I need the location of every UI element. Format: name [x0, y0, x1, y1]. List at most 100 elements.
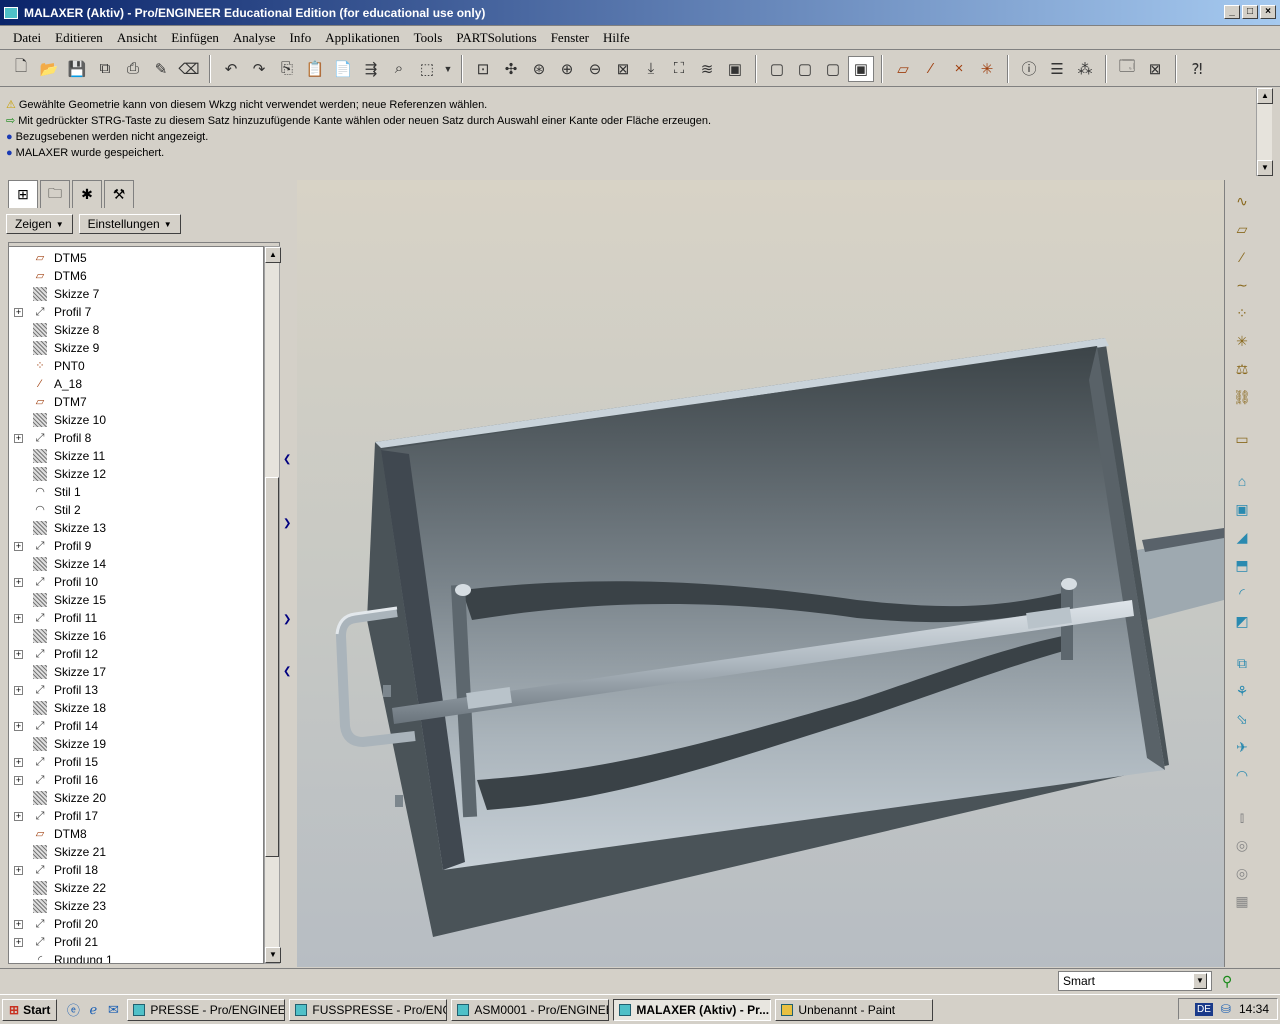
tray-app-icon[interactable]: ⛁ [1221, 1002, 1231, 1016]
tree-item[interactable]: + ⤢ Profil 8 [9, 429, 263, 447]
menu-tools[interactable]: Tools [407, 30, 450, 46]
trim-tool-icon[interactable]: ◎ [1231, 862, 1253, 884]
paste-special-icon[interactable]: 📄 [330, 56, 356, 82]
save-icon[interactable]: 💾 [64, 56, 90, 82]
selection-filter-dropdown[interactable]: Smart ▼ [1058, 971, 1212, 991]
tree-item[interactable]: Skizze 17 [9, 663, 263, 681]
expand-toggle-icon[interactable]: + [14, 578, 23, 587]
collapse-handle-icon[interactable]: ❮ [283, 454, 291, 484]
connections-tab[interactable]: ⚒ [104, 180, 134, 208]
expand-toggle-icon[interactable]: + [14, 686, 23, 695]
message-scrollbar[interactable]: ▲ ▼ [1256, 88, 1273, 176]
scroll-up-icon[interactable]: ▲ [265, 247, 281, 263]
collapse-handle-icon[interactable]: ❮ [283, 666, 291, 696]
tree-item[interactable]: Skizze 20 [9, 789, 263, 807]
tree-item[interactable]: + ⤢ Profil 11 [9, 609, 263, 627]
tree-item[interactable]: Skizze 18 [9, 699, 263, 717]
edit-icon[interactable]: ✎ [148, 56, 174, 82]
model-tree-tab[interactable]: ⊞ [8, 180, 38, 208]
tree-item[interactable]: Skizze 16 [9, 627, 263, 645]
tree-item[interactable]: ◜ Rundung 1 [9, 951, 263, 963]
traffic-light-icon[interactable]: ⚲ [1222, 973, 1232, 990]
copy-icon[interactable]: ⎘ [274, 56, 300, 82]
tree-item[interactable]: ◠ Stil 2 [9, 501, 263, 519]
settings-menu-button[interactable]: Einstellungen ▼ [78, 214, 181, 234]
datum-plane-tool-icon[interactable]: ▱ [1231, 218, 1253, 240]
parameters-icon[interactable]: ⁂ [1072, 56, 1098, 82]
expand-toggle-icon[interactable]: + [14, 308, 23, 317]
boundary-tool-icon[interactable]: ◠ [1231, 764, 1253, 786]
blend-tool-icon[interactable]: ⬒ [1231, 554, 1253, 576]
taskbar-button[interactable]: FUSSPRESSE - Pro/ENGI... [289, 998, 448, 1021]
tree-item[interactable]: Skizze 10 [9, 411, 263, 429]
mirror-tool-icon[interactable]: ⫾ [1231, 806, 1253, 828]
save-copy-icon[interactable]: ⧉ [92, 56, 118, 82]
datum-points-toggle-icon[interactable]: × [946, 56, 972, 82]
extrude-tool-icon[interactable]: ⌂ [1231, 470, 1253, 492]
tree-item[interactable]: + ⤢ Profil 16 [9, 771, 263, 789]
expand-toggle-icon[interactable]: + [14, 938, 23, 947]
tree-item[interactable]: ⁄ A_18 [9, 375, 263, 393]
expand-toggle-icon[interactable]: + [14, 542, 23, 551]
paste-icon[interactable]: 📋 [302, 56, 328, 82]
draft-tool-icon[interactable]: ◢ [1231, 526, 1253, 548]
chevron-down-icon[interactable]: ▼ [1193, 973, 1207, 989]
tree-item[interactable]: Skizze 23 [9, 897, 263, 915]
tree-item[interactable]: Skizze 22 [9, 879, 263, 897]
shading-icon[interactable]: ▣ [848, 55, 874, 82]
tree-item[interactable]: Skizze 11 [9, 447, 263, 465]
chamfer-tool-icon[interactable]: ◩ [1231, 610, 1253, 632]
hidden-line-icon[interactable]: ▢ [792, 56, 818, 82]
datum-point-tool-icon[interactable]: ⁘ [1231, 302, 1253, 324]
relations-icon[interactable]: ☰ [1044, 56, 1070, 82]
erase-icon[interactable]: ⌫ [176, 56, 202, 82]
expand-toggle-icon[interactable]: + [14, 812, 23, 821]
expand-toggle-icon[interactable]: + [14, 434, 23, 443]
pattern-tool-icon[interactable]: ▦ [1231, 890, 1253, 912]
outlook-icon[interactable]: ✉ [103, 1000, 123, 1020]
datum-axis-tool-icon[interactable]: ⁄ [1231, 246, 1253, 268]
open-folder-icon[interactable]: 📂 [36, 56, 62, 82]
tree-item[interactable]: Skizze 21 [9, 843, 263, 861]
tree-item[interactable]: ▱ DTM6 [9, 267, 263, 285]
tree-item[interactable]: ▱ DTM5 [9, 249, 263, 267]
menu-info[interactable]: Info [283, 30, 319, 46]
reorient-icon[interactable]: ⤓ [638, 56, 664, 82]
show-menu-button[interactable]: Zeigen ▼ [6, 214, 73, 234]
no-hidden-icon[interactable]: ▢ [820, 56, 846, 82]
menu-applikationen[interactable]: Applikationen [318, 30, 406, 46]
close-button[interactable]: × [1260, 5, 1276, 19]
expand-toggle-icon[interactable]: + [14, 776, 23, 785]
tree-item[interactable]: + ⤢ Profil 15 [9, 753, 263, 771]
minimize-button[interactable]: _ [1224, 5, 1240, 19]
expand-toggle-icon[interactable]: + [14, 650, 23, 659]
tree-item[interactable]: + ⤢ Profil 9 [9, 537, 263, 555]
spin-center-icon[interactable]: ✣ [498, 56, 524, 82]
tree-item[interactable]: Skizze 14 [9, 555, 263, 573]
tree-item[interactable]: + ⤢ Profil 20 [9, 915, 263, 933]
tree-scroll-thumb[interactable] [265, 477, 279, 857]
menu-editieren[interactable]: Editieren [48, 30, 110, 46]
menu-ansicht[interactable]: Ansicht [110, 30, 164, 46]
taskbar-button[interactable]: PRESSE - Pro/ENGINEER ... [127, 998, 286, 1021]
new-file-icon[interactable]: 🗋 [8, 56, 34, 82]
expand-handle-icon[interactable]: ❯ [283, 518, 291, 548]
tree-item[interactable]: Skizze 15 [9, 591, 263, 609]
dropdown-arrow-icon[interactable]: ▼ [442, 56, 454, 82]
model-info-icon[interactable]: ⓘ [1016, 56, 1042, 82]
scroll-down-icon[interactable]: ▼ [1257, 160, 1273, 176]
tree-item[interactable]: + ⤢ Profil 21 [9, 933, 263, 951]
round-tool-icon[interactable]: ◜ [1231, 582, 1253, 604]
menu-partsolutions[interactable]: PARTSolutions [449, 30, 543, 46]
tree-item[interactable]: Skizze 9 [9, 339, 263, 357]
datum-curve-tool-icon[interactable]: ∼ [1231, 274, 1253, 296]
analysis-tool-icon[interactable]: ⚖ [1231, 358, 1253, 380]
tree-item[interactable]: ▱ DTM7 [9, 393, 263, 411]
tree-item[interactable]: Skizze 19 [9, 735, 263, 753]
graphics-window[interactable] [297, 180, 1224, 967]
tree-item[interactable]: ⁘ PNT0 [9, 357, 263, 375]
tree-item[interactable]: + ⤢ Profil 10 [9, 573, 263, 591]
shell-tool-icon[interactable]: ▣ [1231, 498, 1253, 520]
tree-item[interactable]: + ⤢ Profil 14 [9, 717, 263, 735]
print-icon[interactable]: ⎙ [120, 56, 146, 82]
